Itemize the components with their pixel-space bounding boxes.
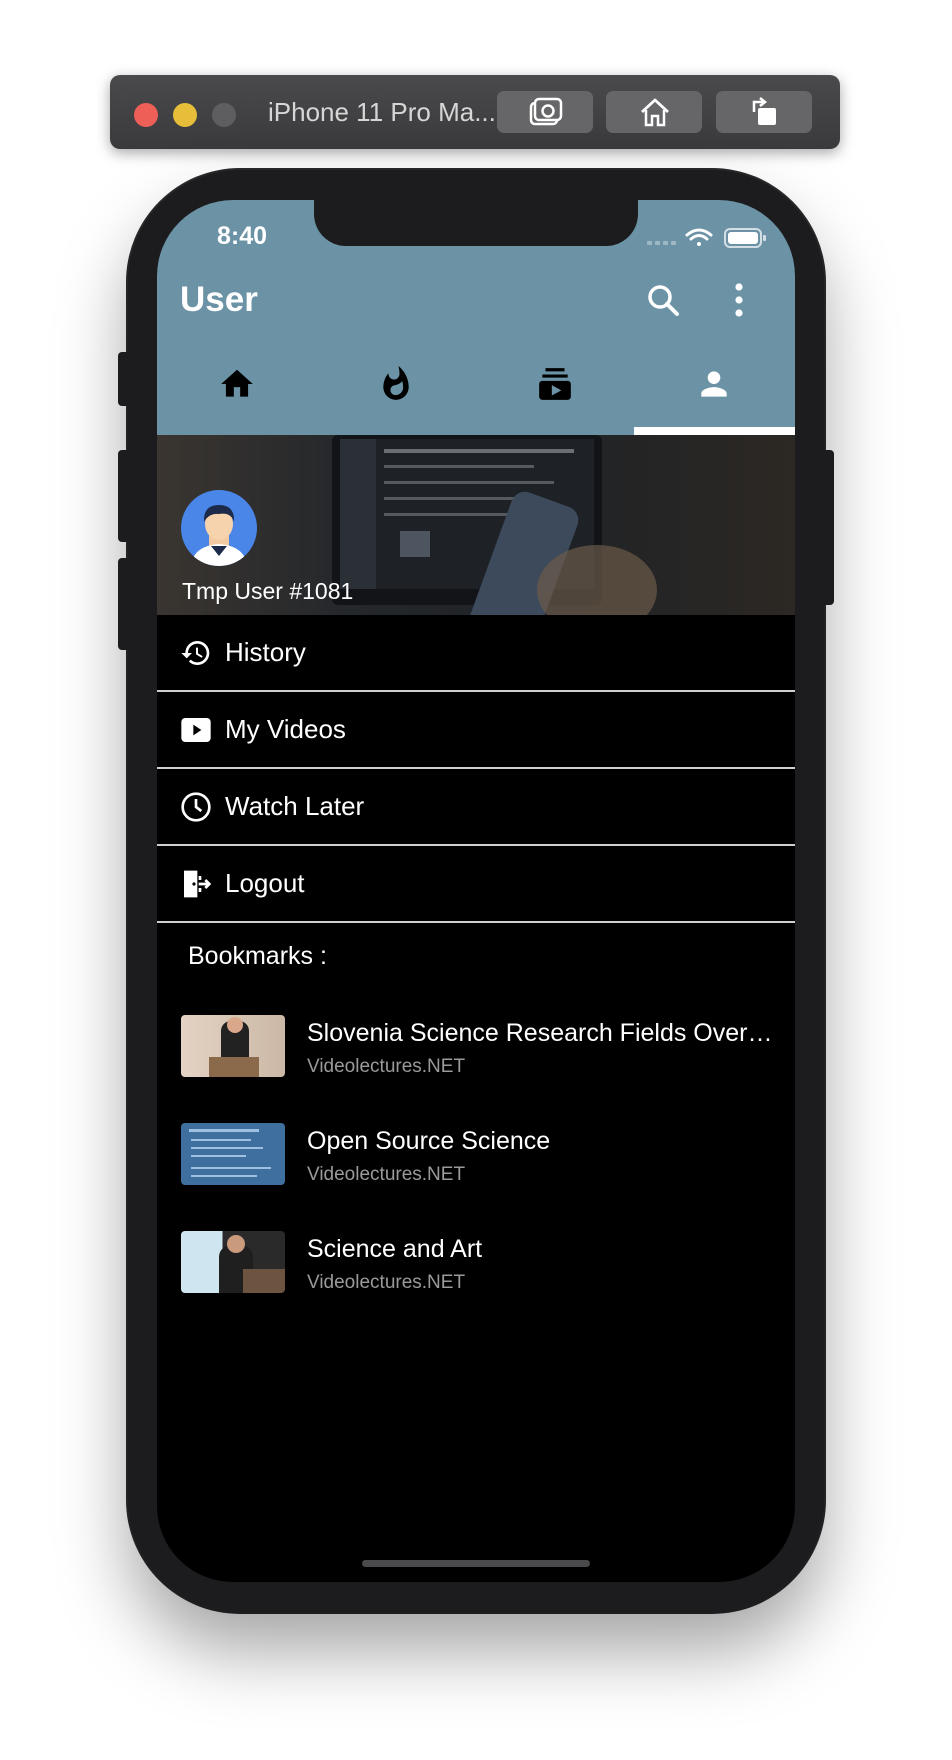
bookmark-item[interactable]: Slovenia Science Research Fields Overvi.…	[157, 1015, 795, 1081]
home-icon	[221, 369, 253, 397]
camera-icon	[529, 97, 563, 126]
clock-icon	[181, 792, 211, 822]
app-screen: 8:40 User Tmp User #1081 History My Vide…	[157, 200, 795, 1582]
bookmark-source: Videolectures.NET	[307, 1056, 466, 1077]
video-thumbnail	[181, 1231, 285, 1293]
user-avatar-icon	[191, 505, 247, 566]
video-thumbnail	[181, 1123, 285, 1185]
rotate-icon	[752, 97, 776, 125]
bookmark-item[interactable]: Science and Art Videolectures.NET	[157, 1231, 795, 1297]
menu-item-watch-later[interactable]: Watch Later	[157, 769, 795, 846]
more-options-button[interactable]	[731, 282, 747, 323]
bookmark-source: Videolectures.NET	[307, 1164, 466, 1185]
menu-label: History	[225, 637, 306, 667]
zoom-window-button[interactable]	[212, 103, 236, 127]
menu-item-logout[interactable]: Logout	[157, 846, 795, 923]
house-icon	[641, 98, 669, 127]
subscriptions-icon	[539, 368, 571, 400]
avatar	[181, 490, 257, 566]
tab-trending[interactable]	[316, 350, 475, 435]
menu-label: Watch Later	[225, 791, 365, 821]
video-icon	[181, 718, 211, 742]
tab-home[interactable]	[157, 350, 316, 435]
menu-label: Logout	[225, 868, 305, 898]
video-thumbnail	[181, 1015, 285, 1077]
bookmarks-heading: Bookmarks :	[188, 942, 327, 970]
power-button	[822, 450, 834, 605]
minimize-window-button[interactable]	[173, 103, 197, 127]
volume-down-button	[118, 558, 130, 650]
bookmark-title: Open Source Science	[307, 1127, 551, 1155]
search-icon	[648, 285, 679, 316]
active-tab-indicator	[634, 427, 795, 435]
logout-icon	[184, 870, 212, 898]
menu-item-my-videos[interactable]: My Videos	[157, 692, 795, 769]
simulator-toolbar: iPhone 11 Pro Ma...	[110, 75, 840, 149]
wifi-icon	[685, 228, 713, 246]
close-window-button[interactable]	[134, 103, 158, 127]
menu-item-history[interactable]: History	[157, 615, 795, 692]
silent-switch	[118, 352, 130, 406]
tab-user[interactable]	[634, 350, 793, 435]
bookmark-item[interactable]: Open Source Science Videolectures.NET	[157, 1123, 795, 1189]
menu-label: My Videos	[225, 714, 346, 744]
tab-subscriptions[interactable]	[475, 350, 634, 435]
page-title: User	[180, 280, 258, 319]
rotate-button[interactable]	[716, 91, 812, 133]
notch	[314, 200, 638, 246]
more-vertical-icon	[735, 283, 743, 317]
fire-icon	[383, 366, 409, 400]
status-time: 8:40	[217, 222, 268, 250]
home-button[interactable]	[606, 91, 702, 133]
profile-banner: Tmp User #1081	[157, 435, 795, 615]
battery-icon	[724, 228, 766, 248]
screenshot-button[interactable]	[497, 91, 593, 133]
home-indicator[interactable]	[362, 1560, 590, 1567]
status-icons	[647, 226, 777, 255]
person-icon	[701, 371, 727, 397]
search-button[interactable]	[645, 282, 681, 323]
volume-up-button	[118, 450, 130, 542]
username: Tmp User #1081	[182, 578, 354, 604]
history-icon	[181, 641, 210, 665]
device-title: iPhone 11 Pro Ma...	[268, 97, 496, 127]
bookmark-title: Slovenia Science Research Fields Overvi.…	[307, 1019, 777, 1047]
signal-icon	[647, 241, 676, 245]
user-menu: History My Videos Watch Later Logout	[157, 615, 795, 923]
bookmark-title: Science and Art	[307, 1235, 483, 1263]
bookmark-source: Videolectures.NET	[307, 1272, 466, 1293]
